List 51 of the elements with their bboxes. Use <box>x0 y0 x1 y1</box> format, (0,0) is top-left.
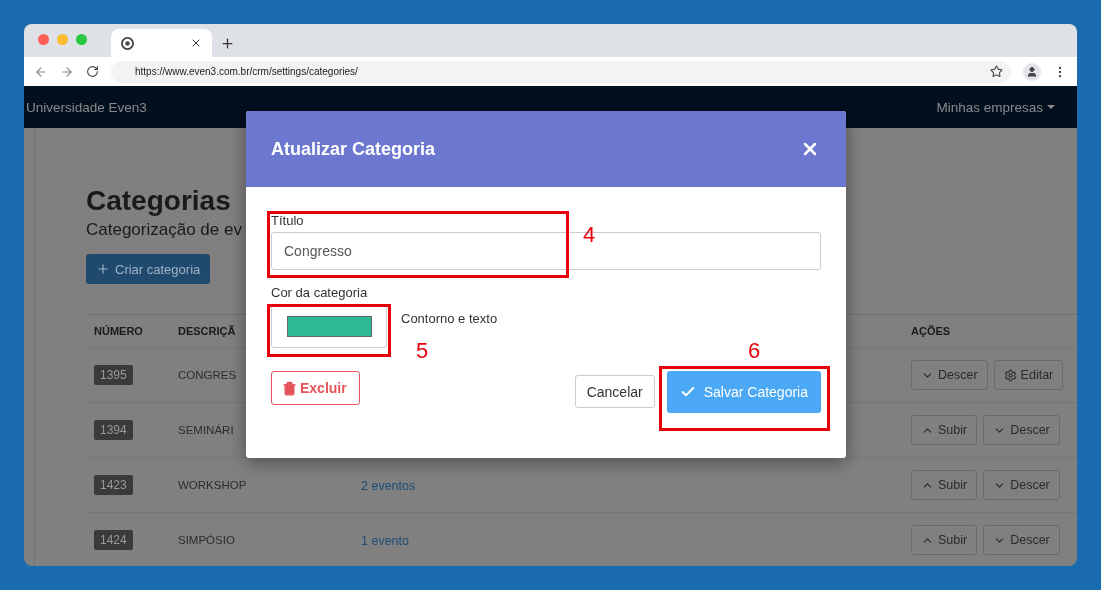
move-up-button[interactable]: Subir <box>911 470 978 500</box>
move-up-button[interactable]: Subir <box>911 525 978 555</box>
create-category-button[interactable]: Criar categoria <box>86 254 211 284</box>
gears-icon <box>1003 368 1017 382</box>
cancel-button[interactable]: Cancelar <box>574 375 655 408</box>
move-down-button[interactable]: Descer <box>983 525 1060 555</box>
column-header: NÚMERO <box>93 325 144 337</box>
trash-icon <box>282 380 297 396</box>
page-subtitle: Categorização de ev <box>86 219 242 241</box>
column-header: DESCRIÇÃ <box>178 325 237 337</box>
color-picker[interactable] <box>271 304 387 348</box>
url-text: https://www.even3.com.br/crm/settings/categories/ <box>135 66 358 77</box>
close-tab-icon[interactable] <box>190 37 202 49</box>
delete-button[interactable]: Excluir <box>271 371 360 405</box>
profile-icon[interactable] <box>1023 62 1041 81</box>
number-badge: 1423 <box>94 475 133 495</box>
back-icon[interactable] <box>34 64 48 79</box>
number-badge: 1394 <box>94 420 133 440</box>
move-down-button[interactable]: Descer <box>983 415 1060 445</box>
edit-button[interactable]: Editar <box>993 360 1064 390</box>
step-number: 5 <box>416 339 429 363</box>
new-tab-icon[interactable] <box>220 36 235 51</box>
move-up-button[interactable]: Subir <box>911 415 978 445</box>
browser-logo-icon <box>121 36 134 50</box>
table-cell-text: WORKSHOP <box>178 479 248 491</box>
field-label: Cor da categoria <box>271 285 369 300</box>
table-cell-text: CONGRES <box>178 369 238 381</box>
caret-icon <box>1047 105 1055 109</box>
save-category-button[interactable]: Salvar Categoria <box>666 371 821 413</box>
dialog-title: Atualizar Categoria <box>271 138 436 160</box>
plus-icon <box>96 262 110 276</box>
column-header: AÇÕES <box>911 325 952 337</box>
step-number: 6 <box>748 339 761 363</box>
star-icon[interactable] <box>990 65 1003 78</box>
brand-link[interactable]: Universidade Even3 <box>26 99 147 115</box>
companies-menu[interactable]: Minhas empresas <box>936 99 1055 115</box>
browser-tab[interactable] <box>111 29 212 57</box>
color-hint: Contorno e texto <box>401 311 498 326</box>
reload-icon[interactable] <box>86 65 99 78</box>
table-cell-text: SIMPÓSIO <box>178 534 236 546</box>
move-down-button[interactable]: Descer <box>983 470 1060 500</box>
events-link[interactable]: 1 evento <box>361 534 409 548</box>
field-label: Título <box>271 213 305 228</box>
page-title: Categorias <box>86 184 232 218</box>
address-bar[interactable]: https://www.even3.com.br/crm/settings/categories/ <box>111 60 1011 83</box>
number-badge: 1395 <box>94 365 133 385</box>
forward-icon[interactable] <box>60 64 74 79</box>
move-down-button[interactable]: Descer <box>911 360 988 390</box>
number-badge: 1424 <box>94 530 133 550</box>
events-link[interactable]: 2 eventos <box>361 479 416 493</box>
table-cell-text: SEMINÁRI <box>178 424 235 436</box>
